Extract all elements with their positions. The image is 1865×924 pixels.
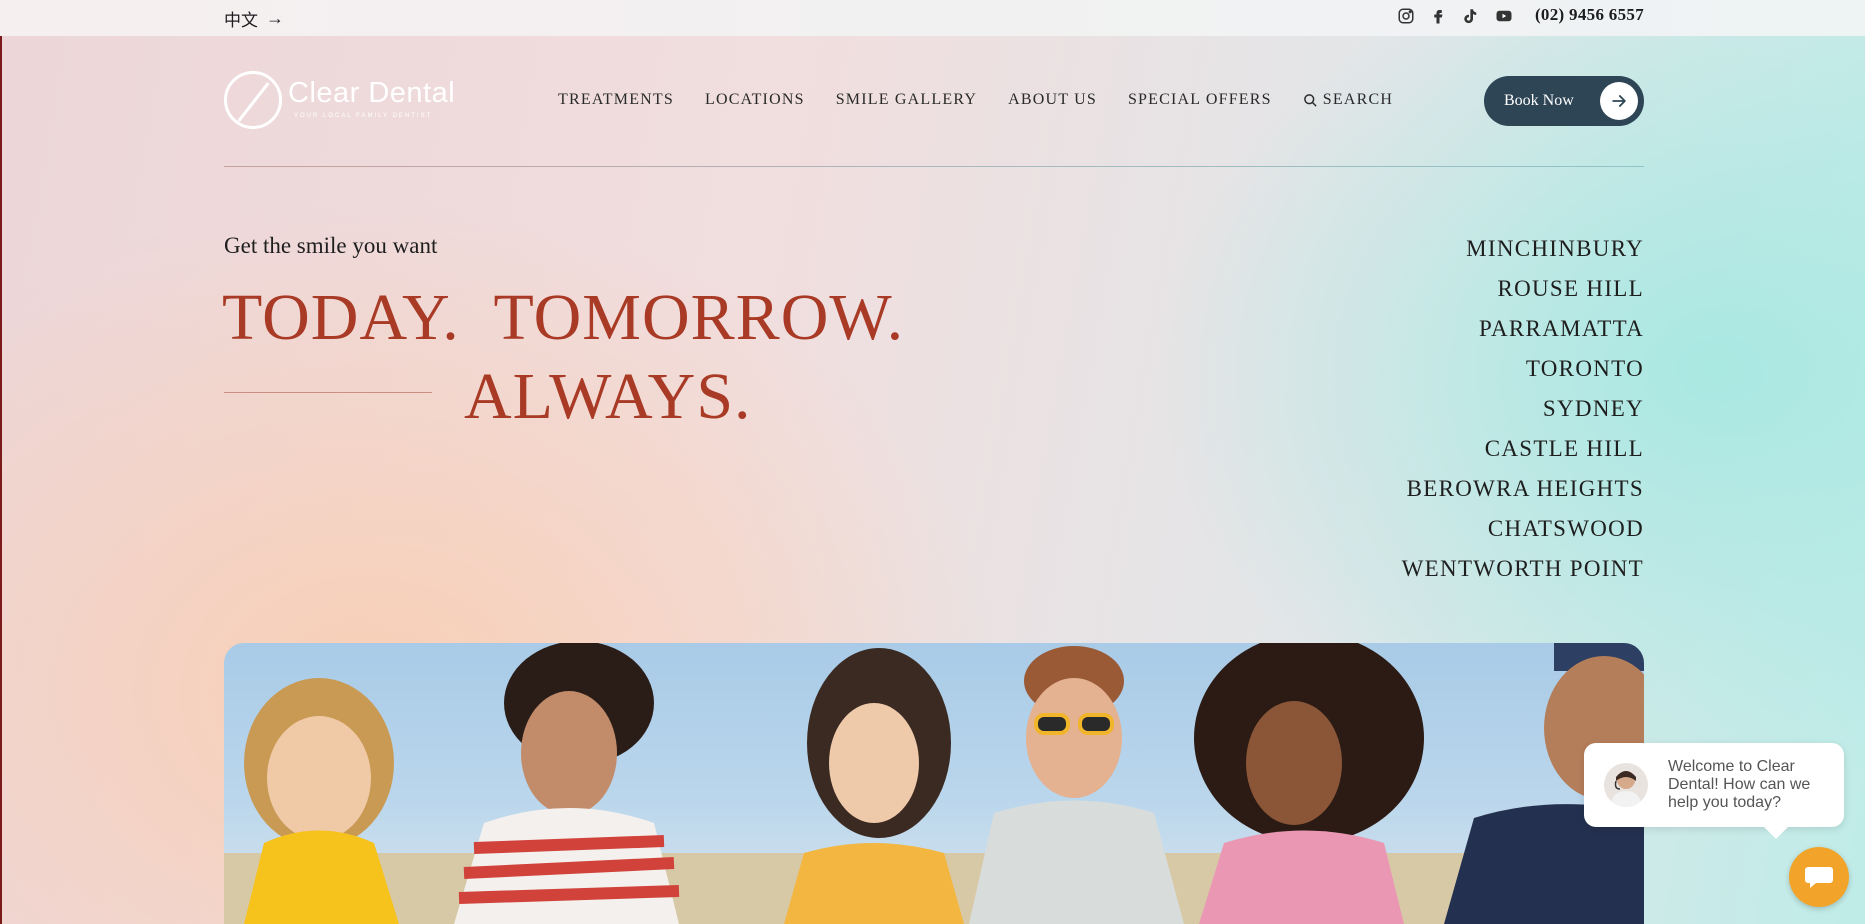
chat-icon <box>1805 867 1833 888</box>
arrow-right-icon <box>1600 82 1638 120</box>
logo-mark <box>224 71 282 129</box>
book-now-button[interactable]: Book Now <box>1484 76 1644 126</box>
book-now-label: Book Now <box>1504 92 1574 109</box>
nav-about-us[interactable]: ABOUT US <box>1008 91 1097 109</box>
top-bar: 中文 → (02) 9456 6557 <box>0 0 1865 36</box>
location-link[interactable]: CASTLE HILL <box>1402 436 1644 476</box>
youtube-icon[interactable] <box>1495 6 1513 26</box>
location-link[interactable]: BEROWRA HEIGHTS <box>1402 476 1644 516</box>
chat-welcome-bubble[interactable]: Welcome to Clear Dental! How can we help… <box>1584 743 1844 839</box>
hero-decorative-line <box>224 392 432 393</box>
hero-subtitle: Get the smile you want <box>224 233 438 258</box>
chat-launcher-button[interactable] <box>1789 847 1849 907</box>
nav-search-label: SEARCH <box>1322 91 1394 108</box>
nav-locations[interactable]: LOCATIONS <box>705 91 805 109</box>
header-divider <box>224 166 1644 167</box>
hero-headline-line-2: ALWAYS. <box>464 360 752 433</box>
location-link[interactable]: ROUSE HILL <box>1402 276 1644 316</box>
hero-group-photo <box>224 643 1644 924</box>
nav-treatments[interactable]: TREATMENTS <box>558 91 674 109</box>
logo-text: Clear Dental <box>288 77 456 109</box>
search-icon <box>1303 93 1317 107</box>
location-link[interactable]: MINCHINBURY <box>1402 236 1644 276</box>
language-switch[interactable]: 中文 → <box>224 6 284 31</box>
tiktok-icon[interactable] <box>1461 6 1479 26</box>
main-nav: TREATMENTS LOCATIONS SMILE GALLERY ABOUT… <box>558 91 1393 109</box>
logo-tagline: YOUR LOCAL FAMILY DENTIST <box>294 113 433 119</box>
location-link[interactable]: SYDNEY <box>1402 396 1644 436</box>
arrow-right-icon: → <box>266 8 284 28</box>
phone-number[interactable]: (02) 9456 6557 <box>1535 5 1644 25</box>
page-left-edge <box>0 0 2 924</box>
facebook-icon[interactable] <box>1429 6 1447 26</box>
language-label: 中文 <box>224 11 258 30</box>
nav-search[interactable]: SEARCH <box>1303 91 1393 109</box>
location-link[interactable]: TORONTO <box>1402 356 1644 396</box>
location-link[interactable]: CHATSWOOD <box>1402 516 1644 556</box>
location-list: MINCHINBURY ROUSE HILL PARRAMATTA TORONT… <box>1402 236 1644 596</box>
hero-headline-line-1: TODAY. TOMORROW. <box>222 281 905 354</box>
nav-special-offers[interactable]: SPECIAL OFFERS <box>1128 91 1272 109</box>
location-link[interactable]: PARRAMATTA <box>1402 316 1644 356</box>
chat-welcome-message: Welcome to Clear Dental! How can we help… <box>1668 758 1811 811</box>
instagram-icon[interactable] <box>1397 6 1415 26</box>
nav-smile-gallery[interactable]: SMILE GALLERY <box>836 91 977 109</box>
logo[interactable]: Clear Dental YOUR LOCAL FAMILY DENTIST <box>224 71 456 131</box>
chat-agent-avatar <box>1604 763 1648 807</box>
location-link[interactable]: WENTWORTH POINT <box>1402 556 1644 596</box>
